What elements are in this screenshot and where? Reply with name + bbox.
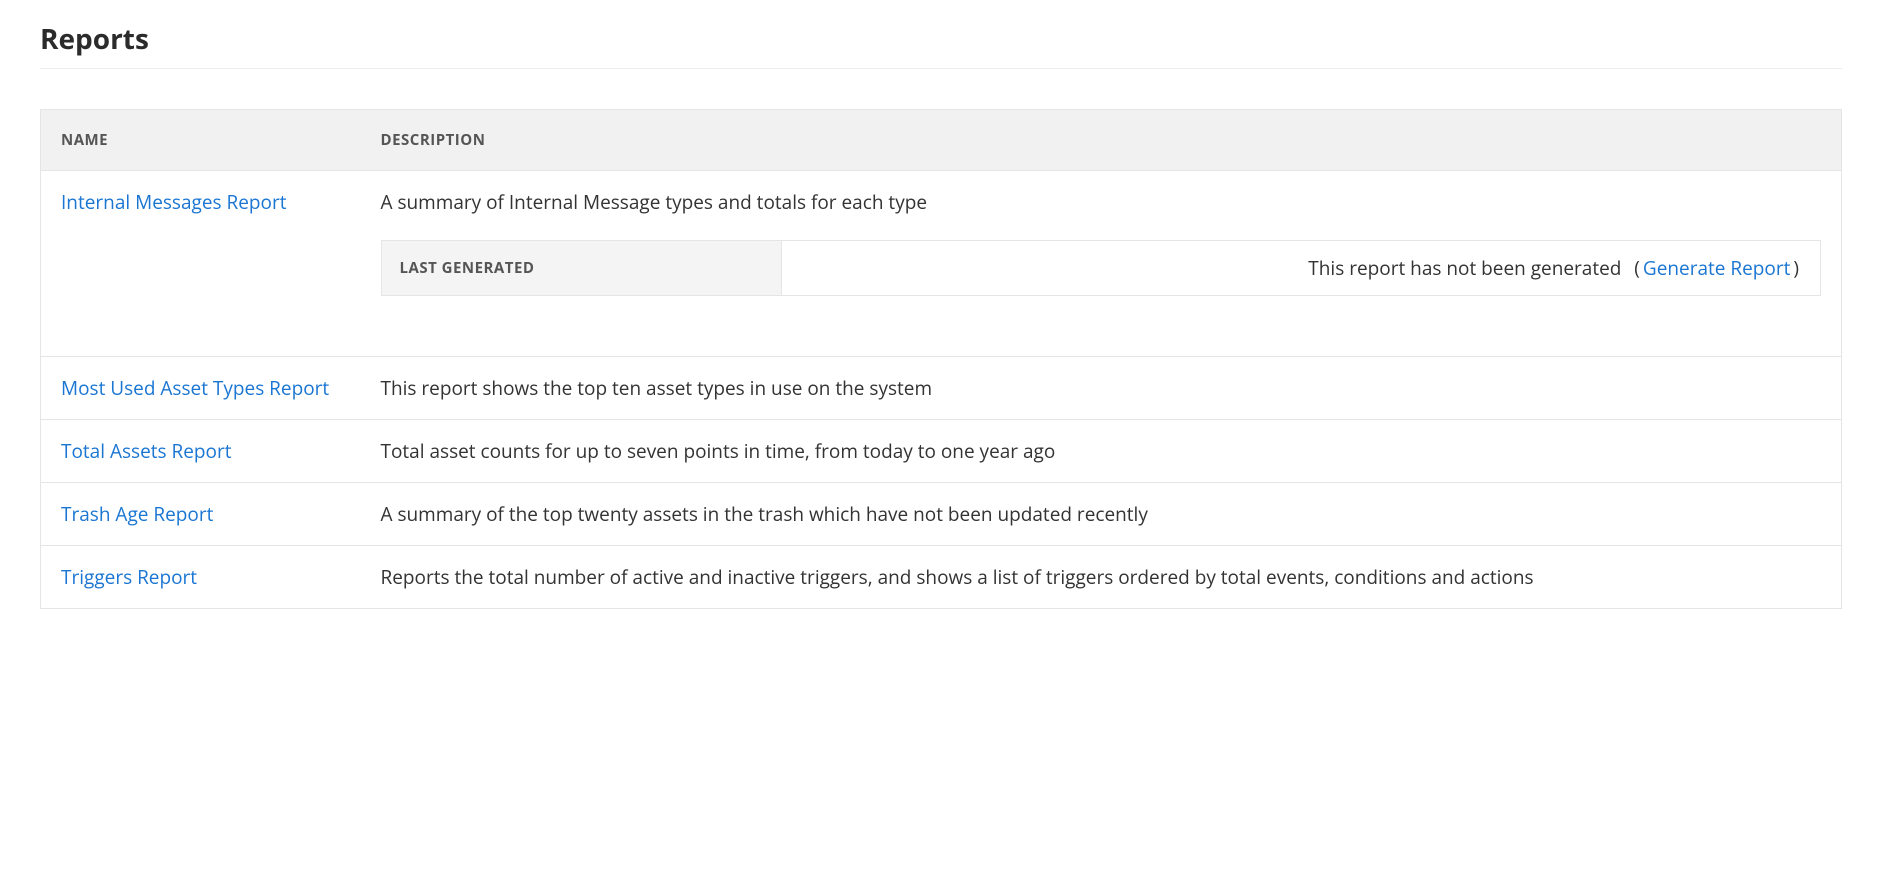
- report-description: A summary of the top twenty assets in th…: [381, 501, 1148, 527]
- report-description: A summary of Internal Message types and …: [381, 189, 928, 215]
- table-row: Internal Messages Report A summary of In…: [41, 171, 1842, 357]
- last-generated-panel: LAST GENERATED This report has not been …: [381, 240, 1822, 296]
- report-description: Total asset counts for up to seven point…: [381, 438, 1056, 464]
- report-link-most-used-asset-types[interactable]: Most Used Asset Types Report: [61, 375, 329, 401]
- page-title: Reports: [40, 20, 1842, 58]
- table-row: Most Used Asset Types Report This report…: [41, 357, 1842, 420]
- column-header-description: DESCRIPTION: [361, 110, 1842, 171]
- last-generated-label: LAST GENERATED: [382, 241, 782, 295]
- report-link-triggers[interactable]: Triggers Report: [61, 564, 197, 590]
- table-row: Triggers Report Reports the total number…: [41, 546, 1842, 609]
- report-description: Reports the total number of active and i…: [381, 564, 1534, 590]
- report-link-total-assets[interactable]: Total Assets Report: [61, 438, 232, 464]
- column-header-name: NAME: [41, 110, 361, 171]
- last-generated-content: This report has not been generated (Gene…: [782, 241, 1821, 295]
- generate-report-link[interactable]: Generate Report: [1643, 255, 1791, 281]
- report-description: This report shows the top ten asset type…: [381, 375, 933, 401]
- table-row: Total Assets Report Total asset counts f…: [41, 420, 1842, 483]
- report-link-trash-age[interactable]: Trash Age Report: [61, 501, 213, 527]
- reports-table: NAME DESCRIPTION Internal Messages Repor…: [40, 109, 1842, 609]
- report-link-internal-messages[interactable]: Internal Messages Report: [61, 189, 287, 215]
- table-row: Trash Age Report A summary of the top tw…: [41, 483, 1842, 546]
- last-generated-status: This report has not been generated: [1308, 255, 1621, 281]
- title-divider: [40, 68, 1842, 69]
